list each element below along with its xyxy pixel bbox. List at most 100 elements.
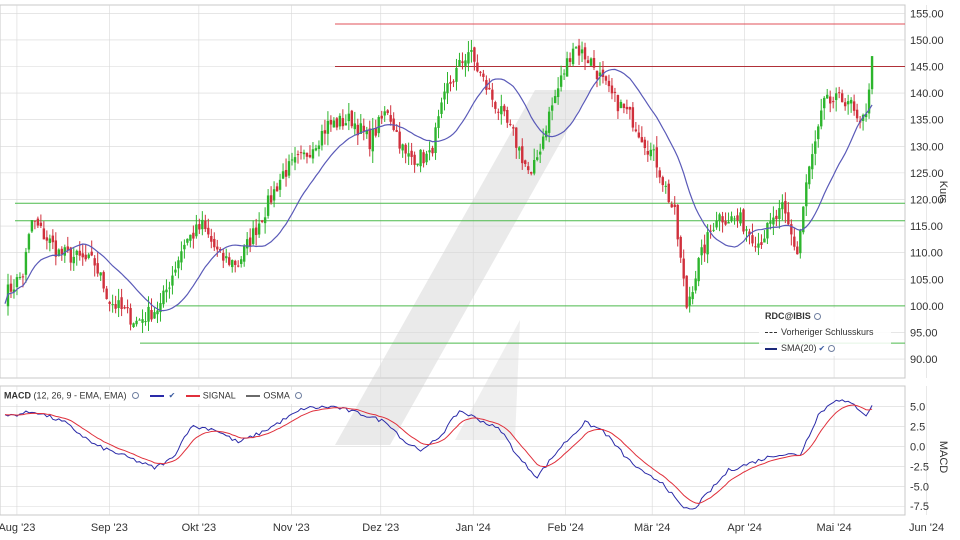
candle-body (108, 301, 111, 304)
candle-body (831, 101, 835, 103)
price-tick-label: 155.00 (910, 8, 944, 20)
candle-body (703, 244, 706, 254)
candle-body (434, 127, 437, 153)
candle-body (580, 49, 584, 54)
price-tick-label: 125.00 (910, 168, 944, 180)
signal-line (4, 404, 873, 504)
candle-body (30, 220, 34, 232)
candle-body (467, 52, 470, 64)
candle-body (386, 110, 389, 114)
candle-body (90, 251, 93, 256)
candle-body (535, 157, 539, 160)
candle-body (275, 186, 279, 192)
candle-body (619, 101, 623, 109)
checkmark-icon[interactable]: ✔ (819, 344, 826, 353)
settings-icon[interactable] (295, 392, 303, 400)
candle-body (628, 107, 632, 110)
candle-body (234, 260, 237, 265)
legend-item-previous-close[interactable]: Vorheriger Schlusskurs (765, 327, 874, 337)
candle-body (168, 287, 171, 289)
legend-instrument: RDC@IBIS (765, 311, 821, 321)
candle-body (553, 96, 557, 104)
candle-body (27, 234, 31, 250)
candle-body (799, 229, 802, 254)
candle-body (547, 111, 551, 133)
candle-body (673, 204, 676, 208)
candle-body (610, 85, 614, 94)
candle-body (225, 256, 228, 259)
info-icon[interactable] (813, 313, 821, 321)
candle-body (506, 110, 509, 123)
candle-body (117, 300, 120, 309)
candle-body (317, 145, 321, 150)
candle-body (425, 153, 428, 163)
candle-body (144, 321, 147, 323)
candle-body (470, 50, 473, 52)
candle-body (36, 218, 40, 226)
candle-body (849, 99, 853, 104)
macd-tick-label: 5.0 (910, 402, 925, 414)
candle-body (482, 73, 485, 77)
candle-body (204, 220, 207, 230)
candle-body (852, 101, 856, 111)
time-axis-ticks: Aug '23 Sep '23 Okt '23 Nov '23 Dez '23 Jan '… (0, 522, 944, 534)
candle-body (419, 149, 422, 167)
candle-body (778, 208, 781, 219)
candle-body (165, 289, 168, 293)
candle-body (646, 151, 650, 155)
candle-body (763, 238, 766, 243)
settings-icon[interactable] (828, 345, 836, 353)
info-icon[interactable] (132, 392, 140, 400)
candle-body (129, 308, 132, 325)
candle-body (123, 307, 126, 309)
candle-body (266, 195, 270, 216)
candle-body (670, 204, 673, 208)
candle-body (706, 232, 709, 255)
macd-legend-signal: SIGNAL (202, 390, 236, 401)
candle-body (329, 119, 333, 125)
candle-body (422, 152, 425, 164)
candle-body (613, 91, 617, 93)
candle-body (488, 87, 491, 90)
candle-body (679, 236, 682, 258)
candle-body (736, 215, 739, 221)
candle-body (180, 251, 183, 263)
candle-body (431, 147, 434, 154)
candle-body (60, 248, 64, 255)
candle-body (293, 157, 297, 163)
candle-body (341, 118, 345, 127)
candle-body (287, 161, 291, 176)
candle-body (141, 319, 144, 323)
candle-body (105, 288, 108, 300)
candle-body (461, 61, 464, 63)
candle-body (135, 320, 138, 325)
candle-body (550, 105, 554, 111)
candle-body (153, 312, 156, 319)
candle-body (739, 212, 742, 224)
candle-body (697, 258, 700, 282)
candle-body (846, 101, 850, 105)
signal-line-swatch (185, 394, 200, 397)
candle-body (691, 292, 694, 300)
candle-body (568, 58, 572, 62)
candle-body (541, 136, 545, 149)
candle-body (395, 130, 398, 132)
candle-body (18, 276, 22, 278)
candle-body (120, 297, 123, 310)
candle-body (458, 60, 461, 67)
checkmark-icon[interactable]: ✔ (169, 391, 176, 400)
time-tick-label: Jun '24 (909, 522, 944, 534)
legend-item-sma[interactable]: SMA(20) ✔ (765, 343, 836, 353)
candle-body (398, 131, 401, 149)
candle-body (805, 182, 808, 207)
candle-body (820, 110, 823, 127)
candle-body (54, 240, 58, 257)
candle-body (787, 212, 790, 225)
candle-body (368, 128, 371, 150)
candle-body (796, 246, 799, 255)
candle-body (198, 224, 201, 230)
candle-body (171, 275, 174, 286)
candle-body (353, 123, 357, 130)
legend-sma-label: SMA(20) (781, 343, 817, 353)
candle-body (213, 238, 216, 248)
